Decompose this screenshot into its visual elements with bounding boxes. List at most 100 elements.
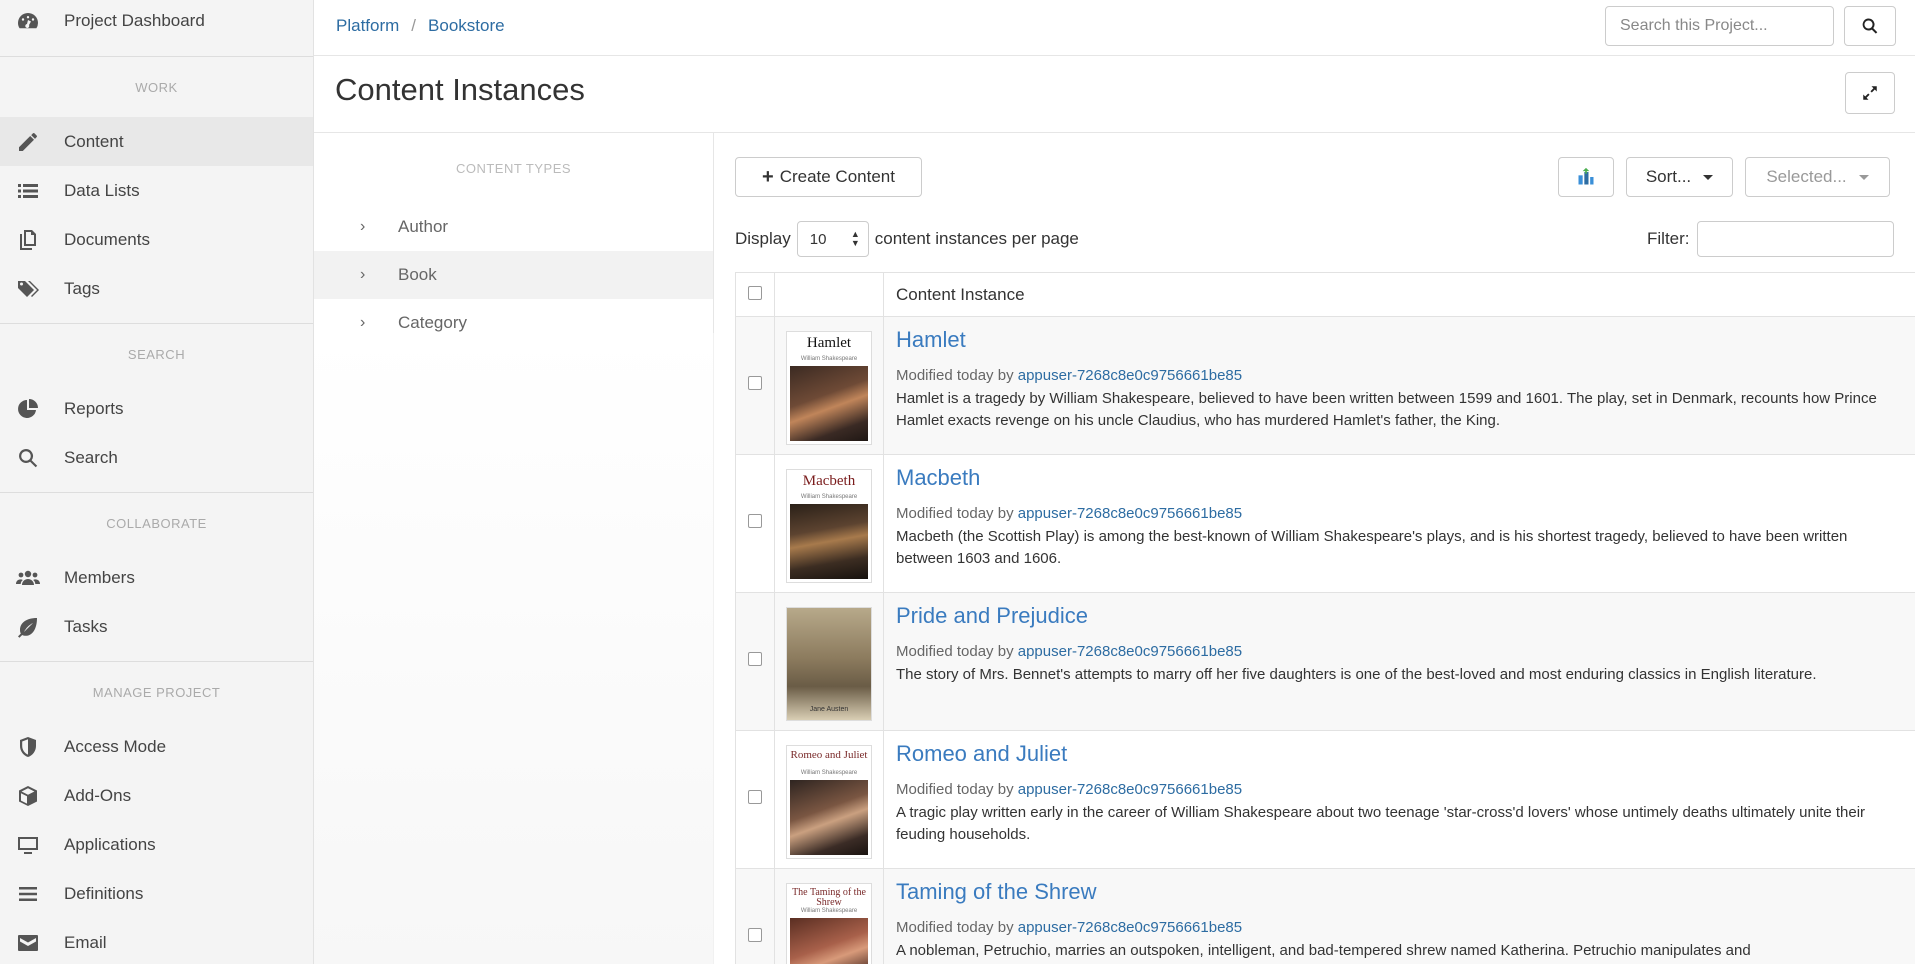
- row-checkbox[interactable]: [748, 376, 762, 390]
- row-checkbox-cell: [735, 454, 775, 593]
- nav-label: Access Mode: [64, 736, 167, 756]
- content-description: Hamlet is a tragedy by William Shakespea…: [896, 390, 1877, 429]
- modified-prefix: Modified today by: [896, 643, 1014, 660]
- chevron-right-icon: ›: [360, 314, 366, 331]
- nav-label: Add-Ons: [64, 785, 132, 805]
- thumbnail-cell: Hamlet William Shakespeare: [774, 316, 884, 455]
- row-checkbox[interactable]: [748, 790, 762, 804]
- select-all-cell: [735, 272, 775, 317]
- nav-project-dashboard[interactable]: Project Dashboard: [0, 0, 313, 42]
- cover-author: Jane Austen: [809, 706, 849, 713]
- select-all-checkbox[interactable]: [748, 285, 762, 300]
- book-cover-image[interactable]: Hamlet William Shakespeare: [786, 331, 872, 445]
- column-header-content-instance[interactable]: Content Instance: [883, 272, 1915, 317]
- search-icon: [1862, 18, 1878, 34]
- nav-email[interactable]: Email: [0, 918, 313, 964]
- create-content-button[interactable]: + Create Content: [735, 157, 922, 197]
- modified-user-link[interactable]: appuser-7268c8e0c9756661be85: [1018, 919, 1242, 936]
- table-row: The Taming of the Shrew William Shakespe…: [735, 868, 1915, 964]
- book-cover-image[interactable]: Romeo and Juliet William Shakespeare: [786, 745, 872, 859]
- content-list-area: + Create Content Sort... Selected... Dis…: [735, 133, 1915, 964]
- nav-label: Definitions: [64, 883, 144, 903]
- nav-definitions[interactable]: Definitions: [0, 869, 313, 918]
- modified-user-link[interactable]: appuser-7268c8e0c9756661be85: [1018, 781, 1242, 798]
- row-checkbox[interactable]: [748, 928, 762, 942]
- content-title-link[interactable]: Hamlet: [896, 327, 1903, 353]
- fullscreen-button[interactable]: [1845, 72, 1895, 114]
- sidebar: Project Dashboard WORK Content Data List…: [0, 0, 314, 964]
- nav-access-mode[interactable]: Access Mode: [0, 722, 313, 771]
- content-type-book[interactable]: › Book: [314, 251, 713, 299]
- content-title-link[interactable]: Romeo and Juliet: [896, 741, 1903, 767]
- modified-info: Modified today by appuser-7268c8e0c97566…: [896, 781, 1903, 798]
- nav-content[interactable]: Content: [0, 117, 313, 166]
- breadcrumb-bookstore[interactable]: Bookstore: [428, 16, 505, 35]
- filter-label: Filter:: [1647, 229, 1690, 248]
- shield-icon: [14, 735, 42, 759]
- nav-tags[interactable]: Tags: [0, 264, 313, 313]
- content-title-link[interactable]: Pride and Prejudice: [896, 603, 1903, 629]
- expand-icon: [1863, 86, 1877, 100]
- cover-artwork: [790, 504, 868, 579]
- per-page-select[interactable]: 10 ▲ ▼: [796, 221, 869, 257]
- modified-user-link[interactable]: appuser-7268c8e0c9756661be85: [1018, 643, 1242, 660]
- sort-label: Sort...: [1645, 167, 1692, 186]
- content-types-heading: CONTENT TYPES: [455, 160, 572, 176]
- pie-chart-icon: [14, 397, 42, 421]
- display-suffix: content instances per page: [874, 229, 1079, 248]
- chevron-right-icon: ›: [360, 218, 366, 235]
- nav-label: Project Dashboard: [64, 11, 205, 30]
- dashboard-icon: [14, 9, 42, 33]
- modified-user-link[interactable]: appuser-7268c8e0c9756661be85: [1018, 367, 1242, 384]
- nav-data-lists[interactable]: Data Lists: [0, 166, 313, 215]
- monitor-icon: [14, 833, 42, 857]
- content-type-author[interactable]: › Author: [314, 203, 713, 251]
- book-cover-image[interactable]: Macbeth William Shakespeare: [786, 469, 872, 583]
- book-cover-image[interactable]: The Taming of the Shrew William Shakespe…: [786, 883, 872, 964]
- nav-reports[interactable]: Reports: [0, 384, 313, 433]
- modified-info: Modified today by appuser-7268c8e0c97566…: [896, 919, 1903, 936]
- content-description: Macbeth (the Scottish Play) is among the…: [896, 528, 1848, 567]
- modified-prefix: Modified today by: [896, 367, 1014, 384]
- book-cover-image[interactable]: Jane Austen: [786, 607, 872, 721]
- caret-down-icon: [1858, 174, 1869, 180]
- pagination-settings: Display 10 ▲ ▼ content instances per page: [735, 221, 1079, 257]
- section-search: SEARCH: [127, 346, 186, 362]
- content-type-label: Category: [398, 313, 467, 332]
- content-info-cell: Macbeth Modified today by appuser-7268c8…: [883, 454, 1915, 593]
- modified-user-link[interactable]: appuser-7268c8e0c9756661be85: [1018, 505, 1242, 522]
- cover-title: Hamlet: [806, 335, 852, 351]
- pencil-icon: [14, 130, 42, 154]
- nav-members[interactable]: Members: [0, 553, 313, 602]
- export-button[interactable]: [1558, 157, 1614, 197]
- content-title-link[interactable]: Macbeth: [896, 465, 1903, 491]
- breadcrumb-platform[interactable]: Platform: [336, 16, 399, 35]
- nav-documents[interactable]: Documents: [0, 215, 313, 264]
- thumbnail-header: [774, 272, 884, 317]
- modified-prefix: Modified today by: [896, 781, 1014, 798]
- table-row: Macbeth William Shakespeare Macbeth Modi…: [735, 454, 1915, 593]
- content-title-link[interactable]: Taming of the Shrew: [896, 879, 1903, 905]
- content-description: The story of Mrs. Bennet's attempts to m…: [896, 666, 1817, 683]
- content-info-cell: Taming of the Shrew Modified today by ap…: [883, 868, 1915, 964]
- sort-dropdown[interactable]: Sort...: [1626, 157, 1733, 197]
- row-checkbox[interactable]: [748, 652, 762, 666]
- filter-input[interactable]: [1697, 221, 1894, 257]
- nav-search[interactable]: Search: [0, 433, 313, 482]
- nav-label: Tags: [64, 278, 100, 298]
- project-search-input[interactable]: [1605, 6, 1834, 46]
- spinner-arrows-icon: ▲ ▼: [850, 229, 860, 248]
- row-checkbox[interactable]: [748, 514, 762, 528]
- content-description: A nobleman, Petruchio, marries an outspo…: [896, 942, 1751, 959]
- leaf-icon: [14, 615, 42, 639]
- nav-add-ons[interactable]: Add-Ons: [0, 771, 313, 820]
- nav-label: Applications: [64, 834, 156, 854]
- search-button[interactable]: [1844, 6, 1896, 46]
- row-checkbox-cell: [735, 592, 775, 731]
- modified-info: Modified today by appuser-7268c8e0c97566…: [896, 367, 1903, 384]
- cover-title: Macbeth: [802, 473, 856, 489]
- nav-tasks[interactable]: Tasks: [0, 602, 313, 651]
- row-checkbox-cell: [735, 868, 775, 964]
- nav-applications[interactable]: Applications: [0, 820, 313, 869]
- selected-actions-dropdown[interactable]: Selected...: [1745, 157, 1890, 197]
